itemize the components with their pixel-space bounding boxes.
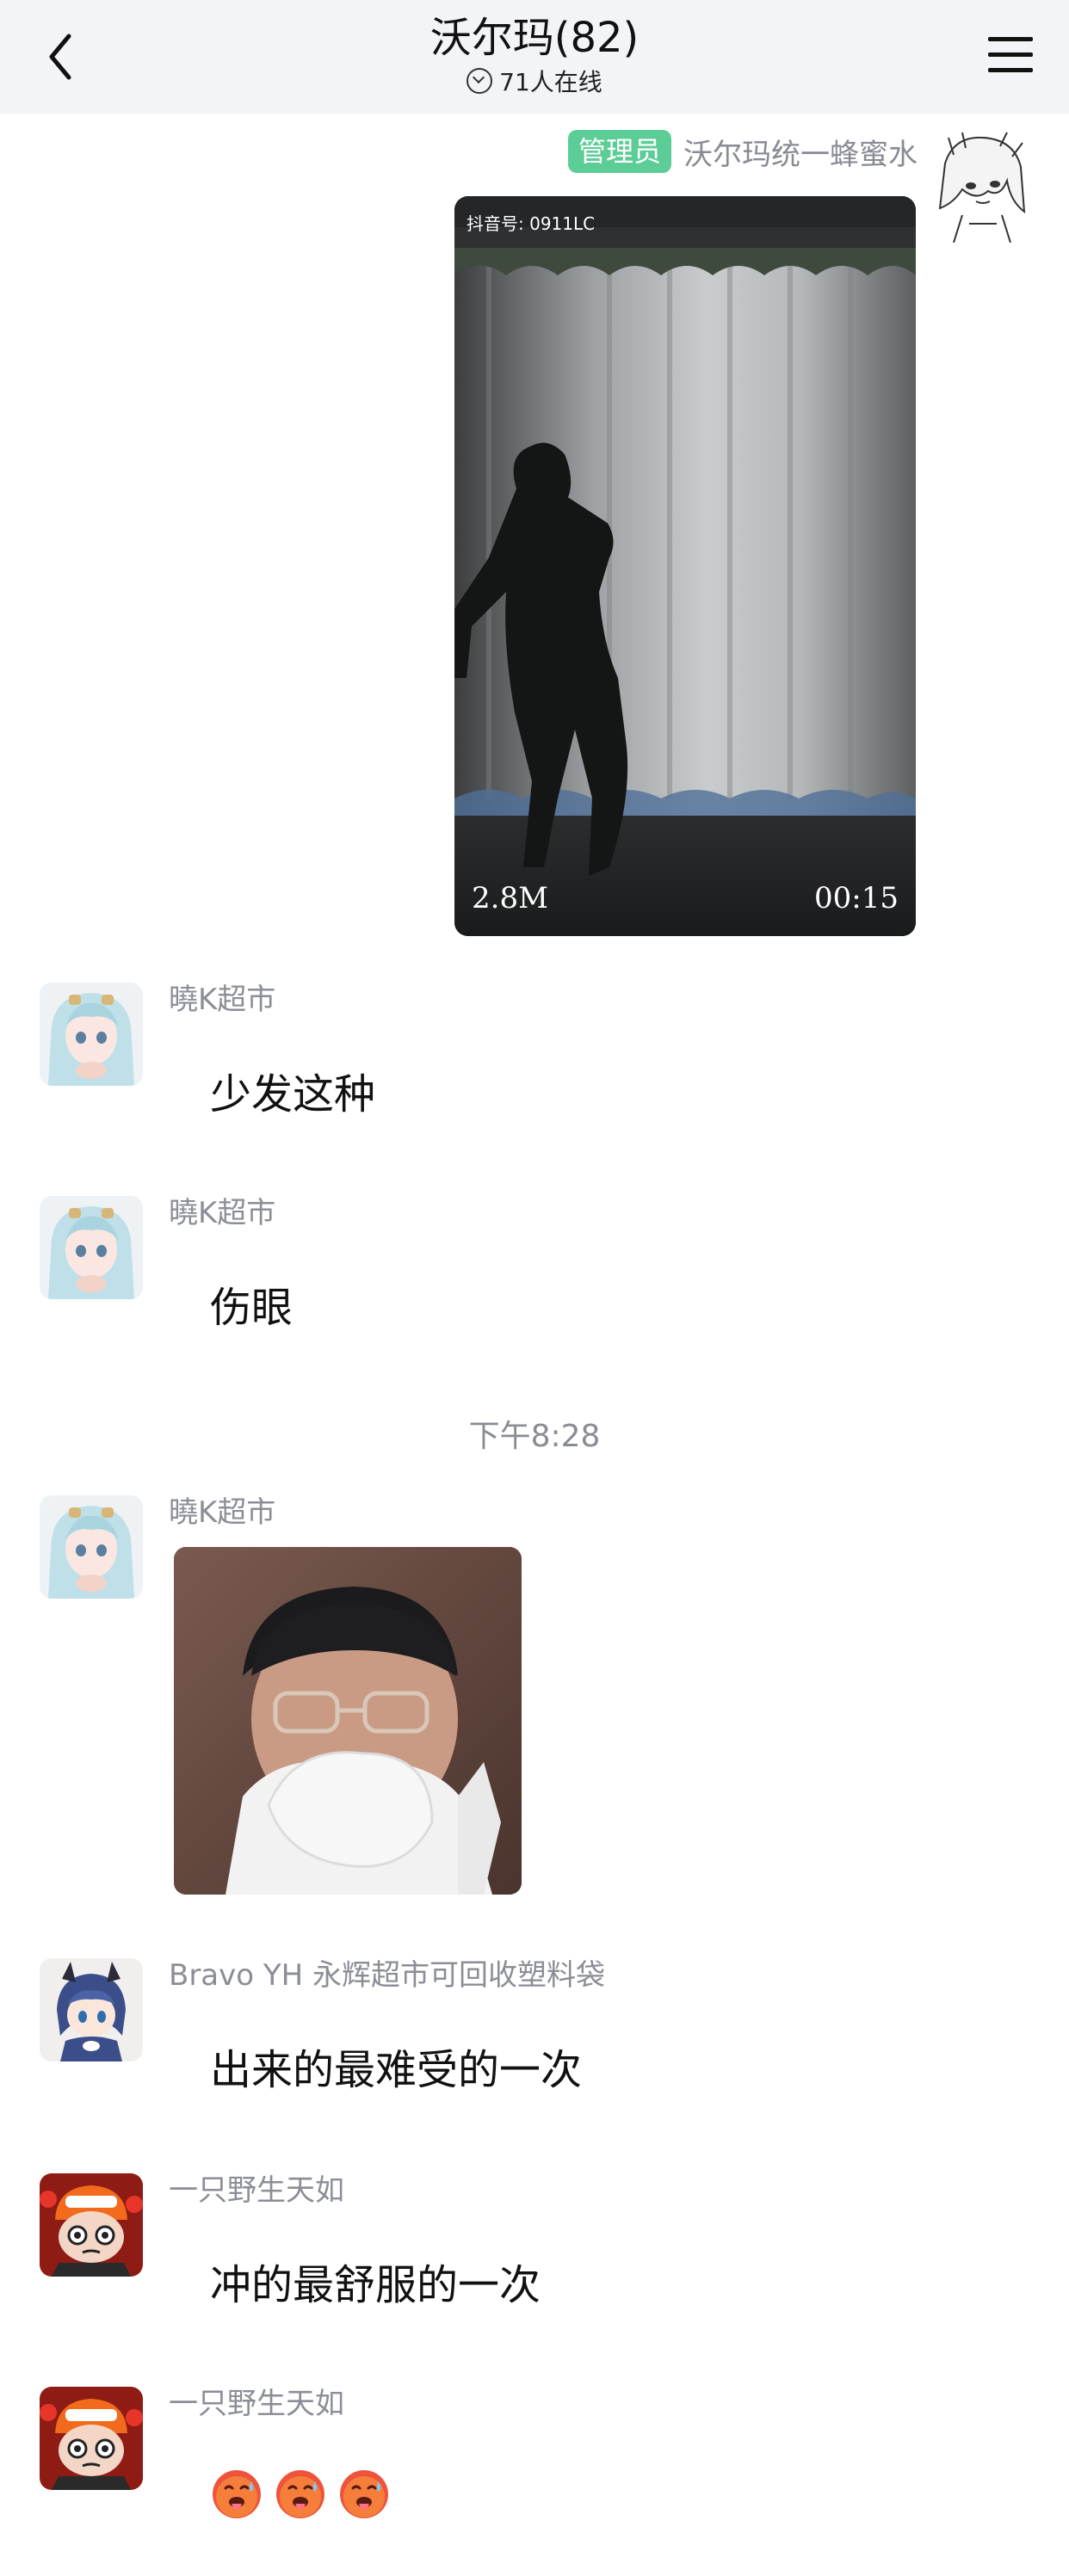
orange-hat-character-avatar-icon [40,2387,143,2490]
sender-avatar[interactable] [40,2387,143,2490]
sender-avatar[interactable] [40,983,143,1086]
anime-girl-avatar-icon [40,1495,143,1599]
anime-girl-avatar-icon [40,983,143,1086]
video-duration: 00:15 [814,881,899,915]
self-message-header: 管理员 沃尔玛统一蜂蜜水 [567,129,918,174]
message-text: 冲的最舒服的一次 [210,2261,541,2309]
hamburger-menu-icon [988,37,1033,72]
sender-name: 曉K超市 [169,1495,276,1530]
menu-button[interactable] [985,29,1036,81]
message-text: 少发这种 [210,1070,376,1119]
chibi-character-avatar-icon [40,1958,143,2061]
online-count-label: 71人在线 [499,68,602,96]
anime-girl-avatar-icon [40,1196,143,1299]
sender-name: 曉K超市 [169,1196,276,1230]
chat-title: 沃尔玛(82) [429,14,640,62]
video-thumbnail [454,196,916,936]
sender-name: Bravo YH 永辉超市可回收塑料袋 [169,1958,606,1993]
video-message[interactable]: 抖音号: 0911LC 2.8M 00:15 [454,196,916,936]
manga-girl-avatar [928,129,1035,243]
message-text: 伤眼 [210,1284,294,1332]
sender-avatar[interactable] [40,1196,143,1299]
orange-hat-character-avatar-icon [40,2173,143,2277]
online-count[interactable]: 71人在线 [0,65,1069,100]
sender-avatar[interactable] [40,1495,143,1599]
admin-badge: 管理员 [567,130,671,173]
emoji-row [210,2468,391,2521]
time-divider: 下午8:28 [468,1419,601,1454]
sender-name: 一只野生天如 [169,2387,344,2421]
sticker-image[interactable] [174,1547,522,1895]
message-text: 出来的最难受的一次 [210,2046,583,2094]
video-file-size: 2.8M [472,881,548,915]
self-avatar[interactable] [928,129,1035,243]
sender-name: 曉K超市 [169,983,276,1017]
chevron-down-circle-icon [467,68,493,94]
sender-avatar[interactable] [40,2173,143,2277]
sender-avatar[interactable] [40,1958,143,2061]
self-sender-name: 沃尔玛统一蜂蜜水 [683,137,918,172]
crying-man-sticker [174,1547,522,1895]
hot-face-emoji-icon [276,2470,324,2518]
hot-face-emoji-icon [213,2470,261,2518]
top-bar: 沃尔玛(82) 71人在线 [0,0,1069,114]
hot-face-emoji-icon [340,2470,388,2518]
sender-name: 一只野生天如 [169,2173,344,2208]
douyin-id-watermark: 抖音号: 0911LC [467,213,596,234]
